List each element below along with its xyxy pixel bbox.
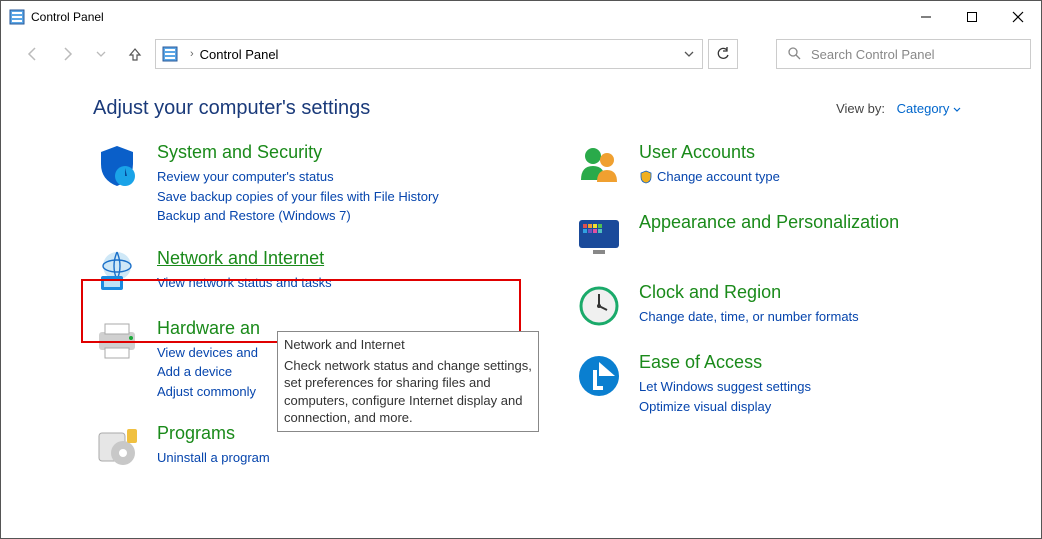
breadcrumb-segment[interactable]: Control Panel: [200, 47, 279, 62]
printer-icon: [93, 318, 141, 366]
chevron-right-icon: ›: [190, 48, 194, 60]
heading-row: Adjust your computer's settings View by:…: [1, 79, 1041, 132]
tooltip: Network and Internet Check network statu…: [277, 331, 539, 432]
category-ease-access: Ease of Access Let Windows suggest setti…: [575, 352, 1021, 416]
task-link[interactable]: Review your computer's status: [157, 167, 539, 187]
category-system-security: System and Security Review your computer…: [93, 142, 539, 226]
control-panel-icon: [162, 46, 178, 62]
minimize-button[interactable]: [903, 1, 949, 33]
address-bar[interactable]: › Control Panel: [155, 39, 703, 69]
view-by: View by: Category: [836, 101, 961, 116]
task-link[interactable]: Save backup copies of your files with Fi…: [157, 187, 539, 207]
window-title: Control Panel: [31, 10, 903, 24]
window-buttons: [903, 1, 1041, 33]
category-title[interactable]: Network and Internet: [157, 248, 539, 269]
task-link[interactable]: Let Windows suggest settings: [639, 377, 1021, 397]
back-button[interactable]: [19, 40, 47, 68]
task-link[interactable]: Optimize visual display: [639, 397, 1021, 417]
category-title[interactable]: User Accounts: [639, 142, 1021, 163]
task-link[interactable]: Backup and Restore (Windows 7): [157, 206, 539, 226]
refresh-button[interactable]: [708, 39, 738, 69]
category-title[interactable]: Clock and Region: [639, 282, 1021, 303]
search-icon: [787, 46, 801, 63]
category-appearance: Appearance and Personalization: [575, 212, 1021, 260]
tooltip-body: Check network status and change settings…: [284, 358, 532, 426]
recent-dropdown[interactable]: [87, 40, 115, 68]
network-icon: [93, 248, 141, 296]
search-input[interactable]: Search Control Panel: [776, 39, 1031, 69]
category-network: Network and Internet View network status…: [93, 248, 539, 296]
control-panel-icon: [9, 9, 25, 25]
search-placeholder: Search Control Panel: [811, 47, 935, 62]
page-title: Adjust your computer's settings: [93, 97, 836, 120]
users-icon: [575, 142, 623, 190]
maximize-button[interactable]: [949, 1, 995, 33]
programs-icon: [93, 423, 141, 471]
titlebar: Control Panel: [1, 1, 1041, 33]
up-button[interactable]: [121, 40, 149, 68]
monitor-colors-icon: [575, 212, 623, 260]
category-title[interactable]: System and Security: [157, 142, 539, 163]
category-user-accounts: User Accounts Change account type: [575, 142, 1021, 190]
clock-icon: [575, 282, 623, 330]
task-link[interactable]: Uninstall a program: [157, 448, 539, 468]
close-button[interactable]: [995, 1, 1041, 33]
forward-button[interactable]: [53, 40, 81, 68]
tooltip-title: Network and Internet: [284, 336, 532, 354]
shield-badge-icon: [639, 170, 653, 184]
toolbar: › Control Panel Search Control Panel: [1, 33, 1041, 79]
category-grid: System and Security Review your computer…: [1, 132, 1041, 491]
category-title[interactable]: Appearance and Personalization: [639, 212, 1021, 233]
view-by-dropdown[interactable]: Category: [897, 101, 961, 116]
ease-of-access-icon: [575, 352, 623, 400]
category-clock: Clock and Region Change date, time, or n…: [575, 282, 1021, 330]
task-link[interactable]: Change date, time, or number formats: [639, 307, 1021, 327]
view-by-label: View by:: [836, 101, 885, 116]
task-link[interactable]: Change account type: [639, 167, 1021, 187]
shield-icon: [93, 142, 141, 190]
address-dropdown[interactable]: [676, 47, 702, 62]
category-title[interactable]: Ease of Access: [639, 352, 1021, 373]
task-link[interactable]: View network status and tasks: [157, 273, 539, 293]
